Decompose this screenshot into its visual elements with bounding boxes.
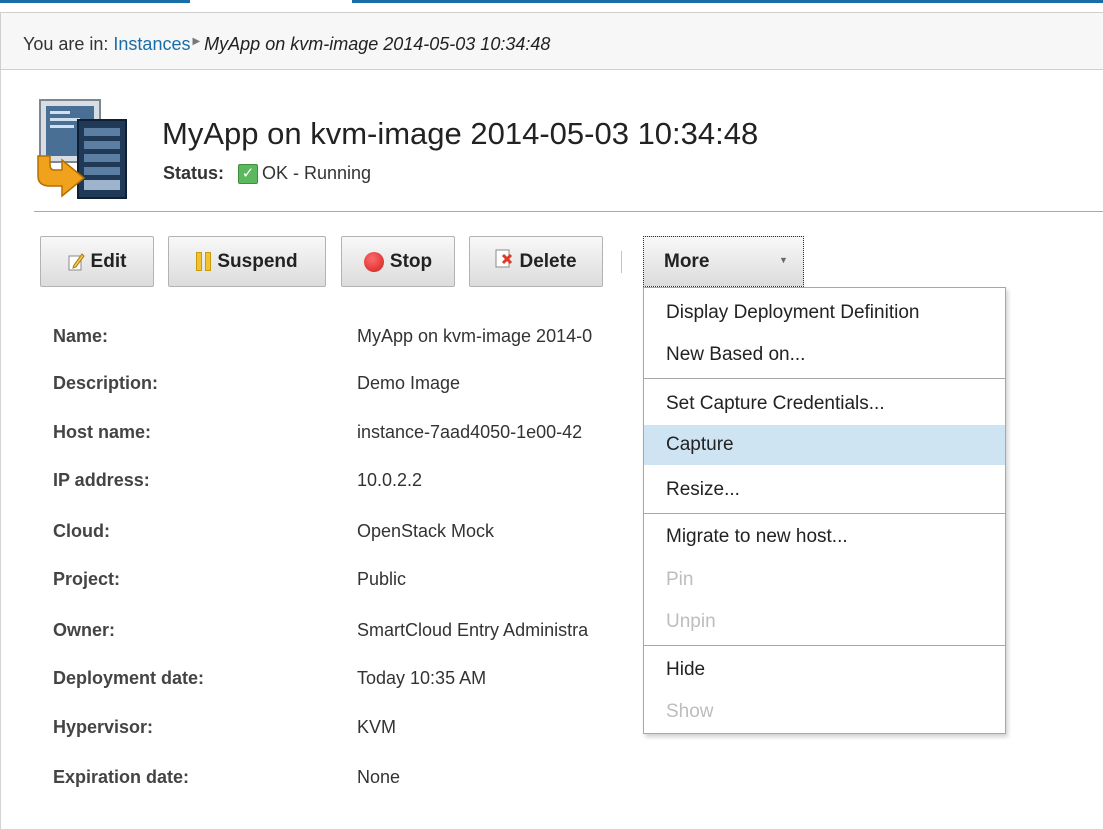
header-divider (34, 211, 1103, 212)
menu-item-new-based-on[interactable]: New Based on... (644, 335, 1005, 375)
menu-item-display-deployment-definition[interactable]: Display Deployment Definition (644, 293, 1005, 333)
breadcrumb-current: MyApp on kvm-image 2014-05-03 10:34:48 (204, 34, 551, 54)
property-value-hypervisor: KVM (357, 717, 397, 737)
property-label-project: Project: (53, 569, 121, 589)
menu-item-show: Show (666, 701, 714, 722)
property-value-name: MyApp on kvm-image 2014-0 (357, 326, 593, 346)
property-value-host-name: instance-7aad4050-1e00-42 (357, 422, 583, 442)
property-label-description: Description: (53, 373, 159, 393)
property-value-ip-address: 10.0.2.2 (357, 470, 423, 490)
menu-divider (644, 378, 1005, 379)
delete-button[interactable]: Delete (469, 236, 603, 287)
property-label-owner: Owner: (53, 620, 116, 640)
suspend-button-label: Suspend (217, 250, 298, 272)
property-value-description: Demo Image (357, 373, 461, 393)
property-value-cloud: OpenStack Mock (357, 521, 495, 541)
delete-icon (495, 249, 513, 275)
menu-item-hide[interactable]: Hide (644, 650, 1005, 690)
toolbar-separator (621, 251, 622, 273)
status-value: OK - Running (262, 163, 372, 183)
stop-button[interactable]: Stop (341, 236, 455, 287)
breadcrumb: You are in: Instances ▶ MyApp on kvm-image… (0, 12, 1103, 70)
menu-divider (644, 645, 1005, 646)
more-dropdown-menu: Display Deployment Definition New Based … (643, 287, 1006, 734)
property-label-deployment-date: Deployment date: (53, 668, 205, 688)
property-label-cloud: Cloud: (53, 521, 110, 541)
menu-item-set-capture-credentials[interactable]: Set Capture Credentials... (644, 384, 1005, 424)
property-label-hypervisor: Hypervisor: (53, 717, 154, 737)
property-value-project: Public (357, 569, 407, 589)
property-value-deployment-date: Today 10:35 AM (357, 668, 487, 688)
instance-status: Status: ✓ OK - Running (163, 163, 371, 184)
page-title: MyApp on kvm-image 2014-05-03 10:34:48 (162, 116, 759, 151)
top-bar-right (352, 0, 1103, 9)
property-value-owner: SmartCloud Entry Administra (357, 620, 589, 640)
property-label-ip-address: IP address: (53, 470, 150, 490)
menu-item-migrate-to-new-host[interactable]: Migrate to new host... (644, 517, 1005, 557)
menu-item-pin: Pin (666, 569, 694, 590)
content-left-border (0, 70, 1, 829)
top-bar-left (0, 0, 190, 9)
menu-item-resize[interactable]: Resize... (644, 470, 1005, 510)
more-dropdown-button[interactable]: More ▼ (643, 236, 804, 287)
instance-details-page: You are in: Instances ▶ MyApp on kvm-image… (0, 0, 1103, 829)
virtual-server-icon (34, 96, 140, 204)
breadcrumb-prefix: You are in: (23, 34, 109, 54)
breadcrumb-separator-icon: ▶ (192, 36, 201, 47)
property-label-name: Name: (53, 326, 109, 346)
edit-button-label: Edit (90, 250, 127, 272)
stop-button-label: Stop (389, 250, 433, 272)
status-ok-checkmark-icon: ✓ (238, 163, 259, 184)
suspend-button[interactable]: Suspend (168, 236, 326, 287)
status-label: Status: (163, 163, 225, 183)
more-button-label: More (664, 250, 710, 272)
stop-icon (363, 251, 384, 272)
property-value-expiration-date: None (357, 767, 401, 787)
breadcrumb-instances-link[interactable]: Instances (113, 34, 190, 54)
menu-divider (644, 513, 1005, 514)
menu-item-capture[interactable]: Capture (644, 425, 1005, 465)
pencil-icon (68, 252, 85, 271)
edit-button[interactable]: Edit (40, 236, 154, 287)
pause-icon (196, 252, 212, 271)
property-label-expiration-date: Expiration date: (53, 767, 190, 787)
delete-button-label: Delete (519, 250, 577, 272)
chevron-down-icon: ▼ (779, 255, 788, 265)
menu-item-unpin: Unpin (666, 611, 716, 632)
property-label-host-name: Host name: (53, 422, 152, 442)
